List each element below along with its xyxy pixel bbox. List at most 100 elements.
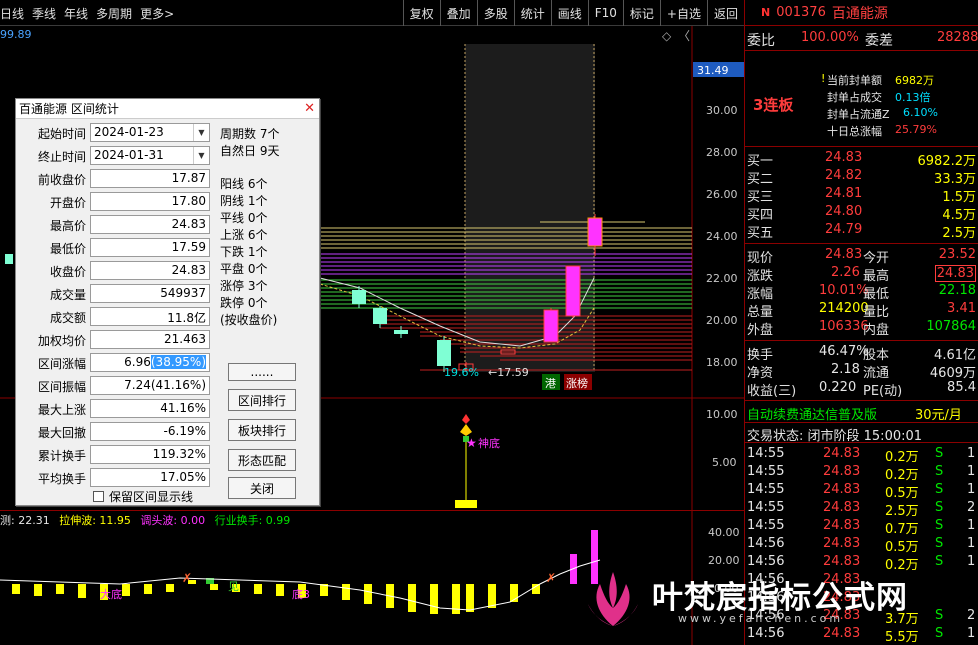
info-row: 换手 46.47% 股本 4.61亿	[747, 344, 976, 363]
dialog-title[interactable]: 百通能源 区间统计	[16, 99, 319, 119]
interval-rank-button[interactable]: 区间排行	[228, 389, 296, 411]
field-label: 成交量	[49, 288, 86, 302]
draw-button[interactable]: 画线	[550, 0, 588, 26]
pattern-match-button[interactable]: 形态匹配	[228, 449, 296, 471]
field-label: 区间振幅	[37, 380, 86, 394]
fuquan-button[interactable]: 复权	[402, 0, 440, 26]
field-value: 119.32%	[90, 445, 210, 464]
field-value: 7.24(41.16%)	[90, 376, 210, 395]
stat-item: 涨停 3个	[220, 279, 268, 293]
field-value: 11.8亿	[90, 307, 210, 326]
quote-grid: 现价 24.83 今开 23.52 涨跌 2.26 最高 24.83 涨幅 10.01% 最低 2…	[745, 246, 978, 338]
tag-gang: 港	[545, 377, 556, 390]
field-value: 24.83	[90, 215, 210, 234]
buy-row[interactable]: 买一 24.83 6982.2万	[745, 149, 978, 169]
stat-periods: 周期数 7个	[220, 127, 280, 141]
price-tick: 10.00	[706, 408, 738, 421]
alert-icon: !	[821, 72, 826, 85]
watermark-text: 叶梵宸指标公式网	[652, 580, 908, 616]
field-value: 17.05%	[90, 468, 210, 487]
chevron-left-icon[interactable]: 〈	[678, 29, 690, 43]
start-time-label: 起始时间	[37, 127, 86, 141]
quote-panel: N 001376 百通能源 委比 100.00% 委差 28288 3连板 ! …	[744, 0, 978, 645]
cross-marker-icon: ✗	[546, 571, 556, 585]
stock-header: N 001376 百通能源	[745, 0, 978, 26]
sub-label: 底3	[292, 587, 310, 601]
quote-row: 涨跌 2.26 最高 24.83	[747, 265, 976, 284]
chevron-down-icon[interactable]: ▼	[193, 147, 209, 164]
f10-button[interactable]: F10	[587, 0, 623, 26]
quote-row: 总量 214200 量比 3.41	[747, 301, 976, 320]
lianban-label: 3连板	[753, 96, 794, 114]
zhangfu-value: 6.96(38.95%)	[90, 353, 210, 372]
market-badge: N	[761, 6, 771, 19]
sub-label: 见	[228, 580, 239, 593]
close-icon[interactable]: ✕	[304, 101, 315, 116]
info-row: 净资 2.18 流通 4609万	[747, 362, 976, 381]
price-tick: 18.00	[706, 356, 738, 369]
stock-code: 001376	[776, 5, 826, 20]
period-day[interactable]: 日线	[0, 5, 24, 22]
ad-banner[interactable]: 自动续费通达信普及版 30元/月	[745, 403, 978, 423]
tick-row: 14:55 24.83 0.7万 S 1	[747, 518, 976, 537]
tick-row: 14:55 24.83 0.5万 S 1	[747, 482, 976, 501]
multi-stock-button[interactable]: 多股	[476, 0, 514, 26]
ind-a: 测: 22.31	[0, 514, 50, 527]
field-label: 累计换手	[37, 449, 86, 463]
quote-row: 涨幅 10.01% 最低 22.18	[747, 283, 976, 302]
field-label: 平均换手	[37, 472, 86, 486]
add-watchlist-button[interactable]: +自选	[659, 0, 707, 26]
buy-row[interactable]: 买四 24.80 4.5万	[745, 203, 978, 223]
more-button[interactable]: ......	[228, 363, 296, 381]
price-tick: 5.00	[712, 456, 737, 469]
indicator-legend: 测: 22.31 拉伸波: 11.95 调头波: 0.00 行业换手: 0.99	[0, 512, 296, 528]
stats-button[interactable]: 统计	[513, 0, 551, 26]
mark-button[interactable]: 标记	[622, 0, 660, 26]
period-selector: 日线 季线 年线 多周期 更多>	[0, 0, 182, 26]
field-label: 成交额	[49, 311, 86, 325]
field-label: 最大回撤	[37, 426, 86, 440]
sector-rank-button[interactable]: 板块排行	[228, 419, 296, 441]
tick-row: 14:55 24.83 0.2万 S 1	[747, 464, 976, 483]
quote-row: 现价 24.83 今开 23.52	[747, 247, 976, 266]
buy-row[interactable]: 买二 24.82 33.3万	[745, 167, 978, 187]
field-value: 17.87	[90, 169, 210, 188]
period-season[interactable]: 季线	[32, 5, 56, 22]
period-year[interactable]: 年线	[64, 5, 88, 22]
chevron-down-icon[interactable]: ▼	[193, 124, 209, 141]
diamond-icon[interactable]: ◇	[662, 29, 672, 43]
watermark: 叶梵宸指标公式网 www.yefanchen.com	[578, 560, 978, 645]
price-tick: 20.00	[706, 314, 738, 327]
zhangfu-label: 区间涨幅	[37, 357, 86, 371]
period-multi[interactable]: 多周期	[96, 5, 132, 22]
shendi-label: 神底	[478, 436, 500, 450]
field-value: 21.463	[90, 330, 210, 349]
field-label: 收盘价	[49, 265, 86, 279]
info-row: 收益(三) 0.220 PE(动) 85.4	[747, 380, 976, 399]
keep-interval-checkbox[interactable]: 保留区间显示线	[93, 488, 193, 505]
trade-status: 交易状态: 闭市阶段 15:00:01	[747, 429, 923, 444]
close-button[interactable]: 关闭	[228, 477, 296, 499]
price-tick: 28.00	[706, 146, 738, 159]
stock-name: 百通能源	[831, 5, 888, 22]
buy-row[interactable]: 买三 24.81 1.5万	[745, 185, 978, 205]
checkbox-icon[interactable]	[93, 491, 104, 502]
star-icon: ★	[466, 436, 477, 450]
buy-book: 买一 24.83 6982.2万 买二 24.82 33.3万 买三 24.81 1.5万 …	[745, 149, 978, 241]
overlay-button[interactable]: 叠加	[439, 0, 477, 26]
field-value: 549937	[90, 284, 210, 303]
field-label: 最高价	[49, 219, 86, 233]
stat-item: 上涨 6个	[220, 228, 268, 242]
end-time-label: 终止时间	[37, 150, 86, 164]
end-date-picker[interactable]: 2024-01-31 ▼	[90, 146, 210, 165]
fengdan-box: 3连板 ! 当前封单额 6982万 封单占成交 0.13倍 封单占流通Z 6.1…	[753, 72, 938, 138]
tool-buttons: 复权 叠加 多股 统计 画线 F10 标记 +自选 返回	[402, 0, 744, 26]
chart-toolbar: 日线 季线 年线 多周期 更多> 复权 叠加 多股 统计 画线 F10 标记 +…	[0, 0, 744, 26]
quote-row: 外盘 106336 内盘 107864	[747, 319, 976, 338]
ind-d: 行业换手: 0.99	[214, 514, 291, 527]
back-button[interactable]: 返回	[706, 0, 744, 26]
field-label: 最低价	[49, 242, 86, 256]
start-date-picker[interactable]: 2024-01-23 ▼	[90, 123, 210, 142]
buy-row[interactable]: 买五 24.79 2.5万	[745, 221, 978, 241]
period-more[interactable]: 更多>	[140, 5, 174, 22]
